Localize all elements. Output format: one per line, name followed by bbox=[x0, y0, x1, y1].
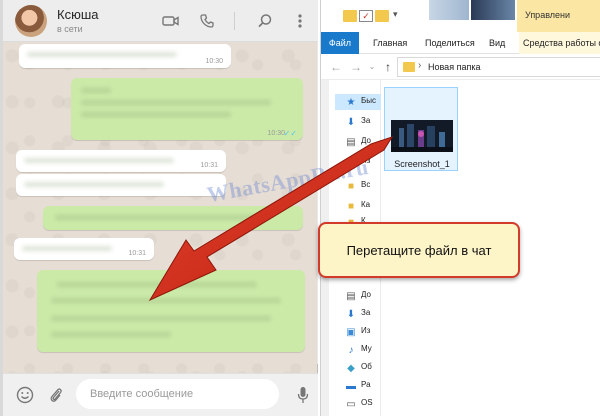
menu-icon[interactable] bbox=[290, 11, 310, 31]
folder-icon bbox=[343, 10, 357, 22]
sidebar-item-pictures[interactable]: ▣ Из bbox=[335, 324, 381, 340]
document-icon: ▤ bbox=[346, 290, 356, 302]
forward-arrow-icon[interactable]: → bbox=[349, 59, 363, 75]
message-bubble-incoming[interactable]: 10:31 bbox=[16, 150, 226, 172]
address-path: Новая папка bbox=[428, 62, 481, 72]
tab-view[interactable]: Вид bbox=[489, 32, 505, 54]
tab-home[interactable]: Главная bbox=[373, 32, 407, 54]
message-time: 10:31 bbox=[200, 162, 218, 169]
tab-picture-tools[interactable]: Средства работы с ри bbox=[519, 32, 600, 54]
file-name: Screenshot_1 bbox=[394, 159, 450, 169]
desktop-icon: ▬ bbox=[346, 380, 356, 392]
sidebar-item-pictures[interactable]: ▣ Из bbox=[335, 154, 381, 170]
properties-icon[interactable]: ✓ bbox=[359, 10, 373, 22]
sidebar-item-label: Ка bbox=[361, 200, 371, 209]
message-bubble-incoming[interactable]: 10:30 bbox=[19, 44, 231, 68]
message-input[interactable] bbox=[76, 379, 279, 409]
tab-file[interactable]: Файл bbox=[321, 32, 359, 54]
taskbar-preview bbox=[429, 0, 469, 20]
pictures-icon: ▣ bbox=[346, 326, 356, 338]
ribbon-context-label: Управлени bbox=[525, 10, 571, 20]
message-time: 10:30 bbox=[205, 58, 223, 65]
ribbon-context-header[interactable]: Управлени bbox=[517, 0, 600, 32]
drive-icon: ▭ bbox=[346, 398, 356, 410]
message-composer bbox=[3, 373, 318, 416]
new-folder-icon[interactable] bbox=[375, 10, 389, 22]
sidebar-item-desktop[interactable]: ▬ Ра bbox=[335, 378, 381, 394]
sidebar-item-label: Быс bbox=[361, 96, 376, 105]
objects-icon: ◆ bbox=[347, 362, 355, 374]
document-icon: ▤ bbox=[346, 136, 356, 148]
sidebar-item-3d-objects[interactable]: ◆ Об bbox=[335, 360, 381, 376]
sidebar-item-folder[interactable]: ■ Ка bbox=[335, 198, 381, 214]
video-call-icon[interactable] bbox=[161, 11, 181, 31]
sidebar-item-quick-access[interactable]: ★ Быс bbox=[335, 94, 381, 110]
chat-area: 10:30 10:30 ✓✓ 10:31 10:31 bbox=[3, 42, 318, 373]
tab-share[interactable]: Поделиться bbox=[425, 32, 475, 54]
instruction-callout: Перетащите файл в чат bbox=[318, 222, 520, 278]
sidebar-item-label: Вс bbox=[361, 180, 371, 189]
sidebar-item-downloads[interactable]: ⬇ За bbox=[335, 306, 381, 322]
folder-icon: ■ bbox=[347, 200, 355, 212]
contact-name[interactable]: Ксюша bbox=[57, 7, 98, 22]
sidebar-item-label: Ра bbox=[361, 380, 371, 389]
contact-status: в сети bbox=[57, 24, 83, 34]
whatsapp-window: Ксюша в сети 10:30 10:30 ✓✓ 10:31 10:31 … bbox=[0, 0, 318, 416]
header-separator bbox=[234, 12, 235, 30]
sidebar-item-label: До bbox=[361, 290, 371, 299]
search-icon[interactable] bbox=[255, 11, 275, 31]
recent-locations-chevron-icon[interactable]: ⌄ bbox=[365, 59, 379, 75]
ribbon-tabs: Файл Главная Поделиться Вид Средства раб… bbox=[321, 32, 600, 54]
message-time: 10:30 bbox=[267, 130, 285, 137]
emoji-icon[interactable] bbox=[15, 385, 35, 405]
message-bubble-outgoing[interactable] bbox=[43, 206, 303, 230]
title-bar: ✓ ▾ Управлени bbox=[321, 0, 600, 32]
download-icon: ⬇ bbox=[346, 308, 356, 320]
image-thumbnail bbox=[391, 120, 453, 152]
file-explorer-window: ✓ ▾ Управлени Файл Главная Поделиться Ви… bbox=[320, 0, 600, 416]
folder-icon: ■ bbox=[347, 180, 355, 192]
sidebar-item-label: Из bbox=[361, 156, 371, 165]
up-arrow-icon[interactable]: ↑ bbox=[381, 59, 395, 75]
sidebar-item-documents[interactable]: ▤ До bbox=[335, 288, 381, 304]
sidebar-item-label: До bbox=[361, 136, 371, 145]
taskbar-preview bbox=[471, 0, 515, 20]
sidebar-item-label: За bbox=[361, 116, 371, 125]
back-arrow-icon[interactable]: ← bbox=[329, 59, 343, 75]
sidebar-item-label: За bbox=[361, 308, 371, 317]
mic-icon[interactable] bbox=[293, 385, 313, 405]
message-bubble-outgoing[interactable]: 10:30 ✓✓ bbox=[71, 78, 303, 140]
address-bar[interactable]: › Новая папка bbox=[397, 57, 600, 77]
read-ticks-icon: ✓✓ bbox=[283, 129, 297, 138]
message-time: 10:31 bbox=[128, 250, 146, 257]
download-icon: ⬇ bbox=[346, 116, 356, 128]
sidebar-item-drive[interactable]: ▭ OS bbox=[335, 396, 381, 412]
music-icon: ♪ bbox=[348, 344, 354, 356]
pictures-icon: ▣ bbox=[346, 156, 356, 168]
sidebar-item-label: Об bbox=[361, 362, 372, 371]
file-item-screenshot[interactable]: Screenshot_1 bbox=[384, 87, 458, 171]
sidebar-item-label: Му bbox=[361, 344, 372, 353]
sidebar-item-folder[interactable]: ■ Вс bbox=[335, 178, 381, 194]
quick-access-dropdown-icon[interactable]: ▾ bbox=[393, 9, 407, 21]
sidebar-item-label: OS bbox=[361, 398, 373, 407]
sidebar-item-downloads[interactable]: ⬇ За bbox=[335, 114, 381, 130]
path-separator-icon: › bbox=[418, 60, 422, 71]
message-bubble-outgoing[interactable] bbox=[37, 270, 305, 352]
message-bubble-incoming[interactable] bbox=[16, 174, 226, 196]
chat-scrollbar[interactable] bbox=[317, 42, 318, 374]
star-icon: ★ bbox=[346, 96, 356, 108]
contact-avatar[interactable] bbox=[15, 5, 47, 37]
chat-header: Ксюша в сети bbox=[3, 0, 318, 42]
sidebar-item-label: Из bbox=[361, 326, 371, 335]
sidebar-item-documents[interactable]: ▤ До bbox=[335, 134, 381, 150]
voice-call-icon[interactable] bbox=[197, 11, 217, 31]
attach-icon[interactable] bbox=[46, 385, 66, 405]
message-bubble-incoming[interactable]: 10:31 bbox=[14, 238, 154, 260]
sidebar-item-music[interactable]: ♪ Му bbox=[335, 342, 381, 358]
folder-icon bbox=[403, 62, 415, 72]
navigation-bar: ← → ⌄ ↑ › Новая папка bbox=[321, 54, 600, 80]
